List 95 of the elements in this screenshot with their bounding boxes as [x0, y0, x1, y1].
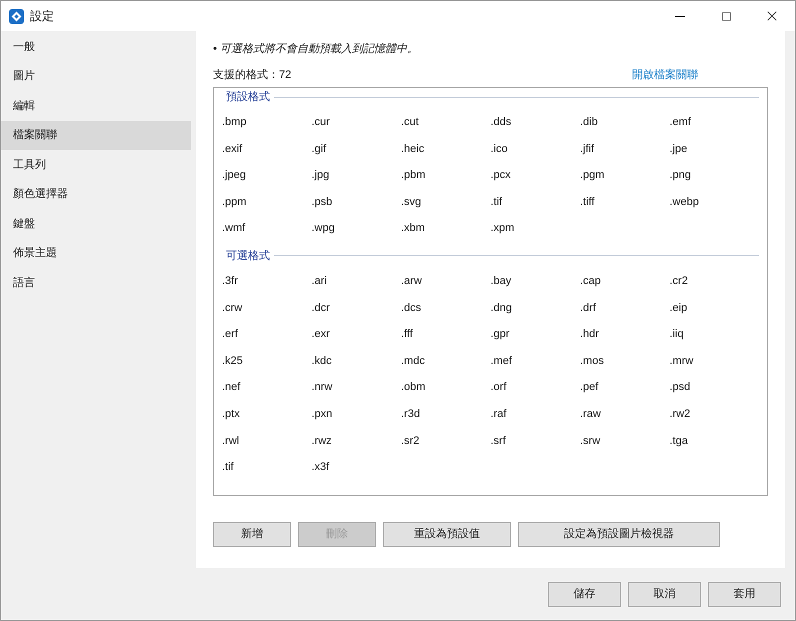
sidebar-item[interactable]: 佈景主題	[1, 238, 191, 268]
format-item: .dds	[490, 115, 512, 130]
format-item: .pef	[580, 380, 600, 396]
format-item: .exif	[222, 142, 244, 157]
format-item: .cr2	[670, 274, 689, 290]
footer-button[interactable]: 儲存	[548, 582, 621, 607]
format-item: .ppm	[222, 194, 248, 210]
format-item: .gpr	[490, 327, 510, 342]
panel-button[interactable]: 設定為預設圖片檢視器	[518, 522, 720, 547]
format-item: .jpe	[670, 142, 688, 157]
format-item: .psb	[312, 194, 334, 210]
format-item: .tif	[222, 460, 235, 476]
format-item: .exr	[312, 327, 331, 342]
format-item: .srf	[490, 434, 507, 449]
format-item: .bmp	[222, 115, 248, 130]
format-item: .k25	[222, 354, 244, 369]
format-item: .xpm	[490, 221, 516, 236]
format-item: .obm	[401, 380, 426, 396]
format-item: .jpg	[312, 168, 330, 184]
format-item: .pxn	[312, 406, 334, 422]
format-item: .ico	[490, 142, 509, 157]
format-item: .cut	[401, 115, 420, 130]
format-item: .ari	[312, 274, 328, 290]
format-item: .pcx	[490, 168, 512, 184]
format-item: .nrw	[312, 380, 334, 396]
panel-button[interactable]: 重設為預設值	[383, 522, 511, 547]
group-heading: 可選格式	[225, 248, 271, 264]
format-item: .iiq	[670, 327, 685, 342]
app-logo-icon	[9, 8, 24, 24]
format-item: .orf	[490, 380, 508, 396]
format-item: .png	[670, 168, 692, 184]
format-item: .pgm	[580, 168, 606, 184]
sidebar-item[interactable]: 檔案關聯	[1, 120, 191, 150]
format-item: .kdc	[312, 354, 333, 369]
maximize-icon	[720, 10, 732, 22]
format-item: .mos	[580, 354, 605, 369]
format-item: .webp	[670, 194, 700, 210]
window-title: 設定	[30, 8, 54, 25]
format-item: .cur	[312, 115, 331, 130]
format-item: .sr2	[401, 434, 420, 449]
format-item: .eip	[670, 300, 688, 316]
format-item: .jfif	[580, 142, 596, 157]
format-item: .svg	[401, 194, 422, 210]
format-item: .dib	[580, 115, 599, 130]
format-item: .mef	[490, 354, 513, 369]
format-item: .drf	[580, 300, 597, 316]
format-item: .mdc	[401, 354, 426, 369]
format-item: .rw2	[670, 406, 692, 422]
format-item: .rwl	[222, 434, 240, 449]
format-item: .r3d	[401, 406, 421, 422]
note-text: • 可選格式將不會自動預載入到記憶體中。	[213, 42, 419, 57]
format-item: .emf	[670, 115, 692, 130]
format-item: .tiff	[580, 194, 596, 210]
format-item: .fff	[401, 327, 414, 342]
format-item: .3fr	[222, 274, 239, 290]
sidebar-item[interactable]: 圖片	[1, 62, 191, 91]
format-item: .wmf	[222, 221, 246, 236]
sidebar-item[interactable]: 工具列	[1, 150, 191, 180]
format-item: .cap	[580, 274, 602, 290]
format-item: .tga	[670, 434, 689, 449]
format-item: .mrw	[670, 354, 694, 369]
format-item: .crw	[222, 300, 244, 316]
format-item: .heic	[401, 142, 426, 157]
format-item: .nef	[222, 380, 242, 396]
sidebar-item[interactable]: 編輯	[1, 91, 191, 120]
format-item: .dcs	[401, 300, 422, 316]
format-item: .dng	[490, 300, 513, 316]
format-item: .srw	[580, 434, 602, 449]
sidebar-item[interactable]: 一般	[1, 32, 191, 62]
sidebar-item[interactable]: 顏色選擇器	[1, 180, 191, 209]
format-item: .raf	[490, 406, 508, 422]
footer-button[interactable]: 取消	[628, 582, 701, 607]
format-item: .wpg	[312, 221, 336, 236]
format-item: .bay	[490, 274, 512, 290]
format-item: .hdr	[580, 327, 600, 342]
format-item: .xbm	[401, 221, 426, 236]
format-item: .dcr	[312, 300, 331, 316]
format-item: .rwz	[312, 434, 333, 449]
format-item: .x3f	[312, 460, 330, 476]
open-association-link[interactable]: 開啟檔案關聯	[632, 66, 698, 83]
supported-count-text: 支援的格式：72	[213, 68, 292, 82]
format-item: .erf	[222, 327, 239, 342]
format-item: .ptx	[222, 406, 241, 422]
format-item: .arw	[401, 274, 423, 290]
panel-button[interactable]: 新增	[213, 522, 291, 547]
group-heading: 預設格式	[225, 90, 271, 105]
format-item: .gif	[312, 142, 328, 157]
format-item: .jpeg	[222, 168, 247, 184]
sidebar-item[interactable]: 鍵盤	[1, 209, 191, 238]
format-item: .pbm	[401, 168, 426, 184]
format-item: .raw	[580, 406, 602, 422]
format-item: .psd	[670, 380, 692, 396]
format-item: .tif	[490, 194, 504, 210]
sidebar-item[interactable]: 語言	[1, 268, 191, 298]
footer-button[interactable]: 套用	[708, 582, 781, 607]
